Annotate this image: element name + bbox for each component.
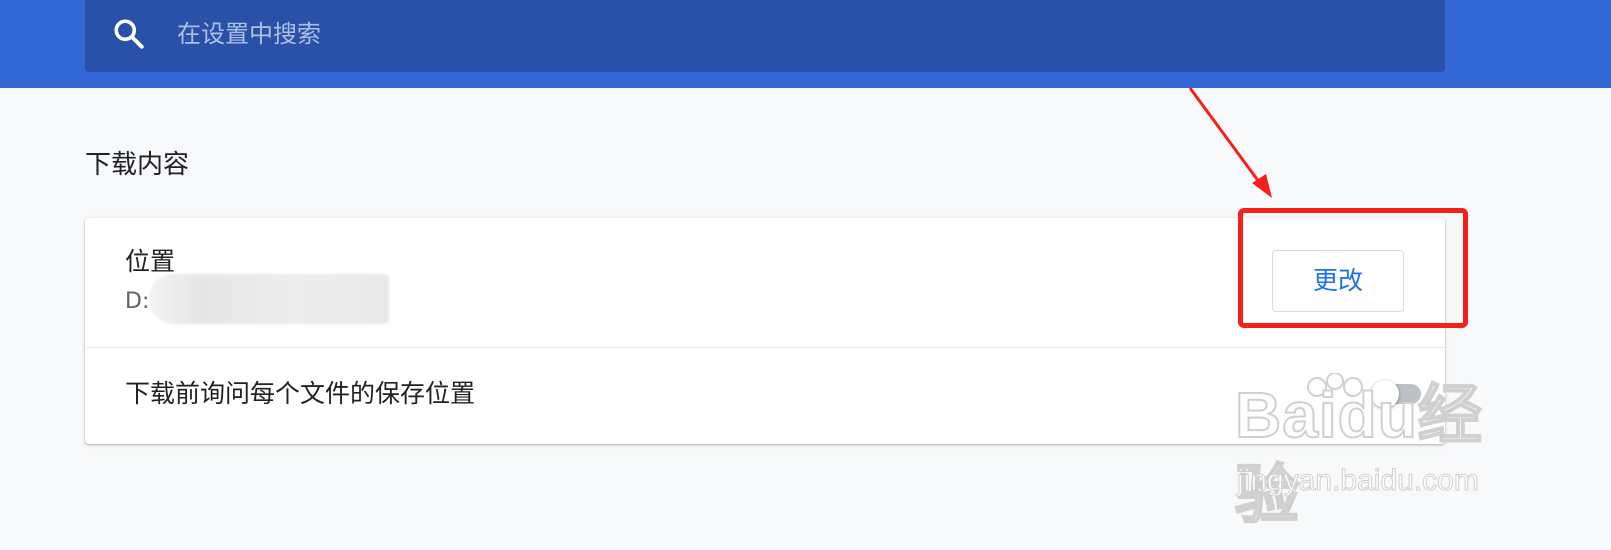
download-location-row: 位置 D: 更改	[85, 218, 1445, 348]
watermark-url: jingyan.baidu.com	[1237, 464, 1480, 498]
settings-search-box[interactable]: 在设置中搜索	[85, 0, 1445, 72]
ask-save-location-toggle[interactable]	[1371, 380, 1421, 408]
location-path: D:	[125, 289, 150, 314]
search-input[interactable]: 在设置中搜索	[177, 16, 321, 52]
settings-header: 在设置中搜索	[0, 0, 1611, 88]
ask-save-location-label: 下载前询问每个文件的保存位置	[125, 379, 476, 408]
ask-save-location-row[interactable]: 下载前询问每个文件的保存位置	[85, 348, 1445, 444]
change-location-button[interactable]: 更改	[1272, 250, 1404, 312]
redacted-path-mask	[149, 274, 389, 324]
toggle-knob	[1371, 380, 1399, 408]
search-icon[interactable]	[111, 16, 147, 52]
section-title-downloads: 下载内容	[85, 150, 190, 180]
downloads-card: 位置 D: 更改 下载前询问每个文件的保存位置	[85, 218, 1445, 444]
